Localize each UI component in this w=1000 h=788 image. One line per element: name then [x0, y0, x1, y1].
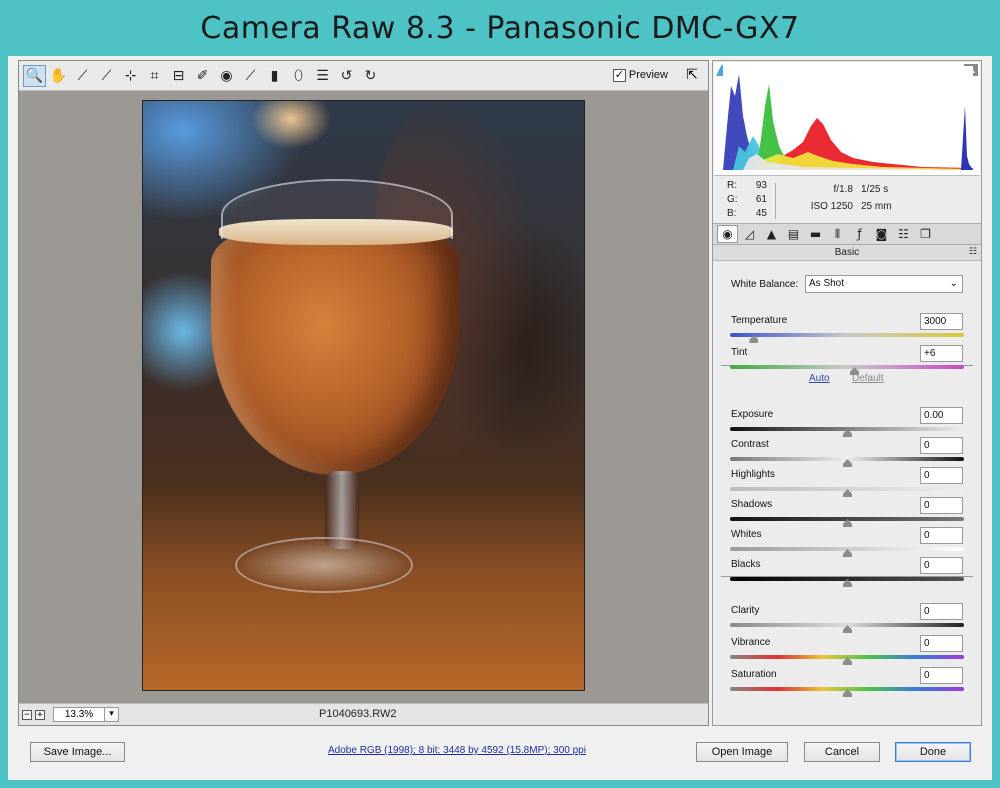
temperature-value-field[interactable]: 3000 — [920, 313, 963, 330]
temperature-slider[interactable] — [730, 333, 964, 337]
hand-icon[interactable]: ✋ — [47, 65, 70, 87]
iso: ISO 1250 — [810, 201, 853, 212]
camera-raw-window: 🔍 ✋ ⟋ ⟋ ⊹ ⌗ ⊟ ✐ ◉ ⟋ ▮ ⬯ ☰ ↺ ↻ ✓ Preview ⇱ − + 13.3% ▾ … — [8, 56, 992, 780]
cancel-button[interactable]: Cancel — [804, 742, 880, 762]
panel-title: Basic ☷ — [713, 245, 981, 261]
rotate-cw-icon[interactable]: ↻ — [359, 65, 382, 87]
spot-removal-icon[interactable]: ✐ — [191, 65, 214, 87]
b-value: 45 — [755, 208, 767, 219]
hsl-icon[interactable]: ▤ — [783, 225, 804, 243]
red-eye-icon[interactable]: ◉ — [215, 65, 238, 87]
exposure-label: Exposure — [731, 409, 774, 420]
save-image-button[interactable]: Save Image... — [30, 742, 125, 762]
exposure-value-field[interactable]: 0.00 — [920, 407, 963, 424]
panel-title-label: Basic — [834, 247, 860, 258]
toolbar-right: ✓ Preview ⇱ — [612, 65, 702, 85]
workflow-options-link[interactable]: Adobe RGB (1998); 8 bit; 3448 by 4592 (1… — [328, 745, 586, 756]
clarity-label: Clarity — [731, 605, 760, 616]
preferences-icon[interactable]: ☰ — [311, 65, 334, 87]
split-toning-icon[interactable]: ▬ — [805, 225, 826, 243]
effects-icon[interactable]: ƒ — [849, 225, 870, 243]
white-balance-value: As Shot — [809, 278, 845, 289]
bottom-bar: Save Image... Adobe RGB (1998); 8 bit; 3… — [8, 728, 992, 780]
toolbar: 🔍 ✋ ⟋ ⟋ ⊹ ⌗ ⊟ ✐ ◉ ⟋ ▮ ⬯ ☰ ↺ ↻ ✓ Preview ⇱ — [19, 61, 708, 91]
r-label: R: — [727, 180, 737, 191]
done-button[interactable]: Done — [895, 742, 971, 762]
filename: P1040693.RW2 — [319, 708, 397, 720]
zoom-in-button[interactable]: + — [35, 709, 45, 720]
presets-icon[interactable]: ☷ — [893, 225, 914, 243]
aperture: f/1.8 — [833, 184, 853, 195]
whites-label: Whites — [731, 529, 762, 540]
image-preview[interactable] — [142, 100, 585, 691]
shadows-label: Shadows — [731, 499, 773, 510]
color-sampler-icon[interactable]: ⟋ — [95, 65, 118, 87]
window-title: Camera Raw 8.3 - Panasonic DMC-GX7 — [200, 10, 800, 46]
blacks-value-field[interactable]: 0 — [920, 557, 963, 574]
basic-controls: White Balance: As Shot ⌄ Auto Default Te… — [713, 261, 981, 725]
open-image-button[interactable]: Open Image — [696, 742, 788, 762]
right-panel: R: 93 G: 61 B: 45 f/1.8 1/25 s ISO 1250 25 mm… — [712, 60, 982, 726]
tint-label: Tint — [731, 347, 748, 358]
highlights-label: Highlights — [731, 469, 775, 480]
r-value: 93 — [755, 180, 767, 191]
rotate-ccw-icon[interactable]: ↺ — [335, 65, 358, 87]
title-bar: Camera Raw 8.3 - Panasonic DMC-GX7 — [0, 0, 1000, 56]
vibrance-label: Vibrance — [731, 637, 771, 648]
panel-menu-icon[interactable]: ☷ — [969, 245, 977, 260]
whites-value-field[interactable]: 0 — [920, 527, 963, 544]
histogram — [714, 62, 980, 176]
preview-label: Preview — [628, 69, 668, 81]
b-label: B: — [727, 208, 737, 219]
detail-icon[interactable]: ▲ — [761, 225, 782, 243]
graduated-filter-icon[interactable]: ▮ — [263, 65, 286, 87]
fullscreen-icon[interactable]: ⇱ — [682, 65, 702, 85]
g-value: 61 — [755, 194, 767, 205]
white-balance-icon[interactable]: ⟋ — [71, 65, 94, 87]
contrast-value-field[interactable]: 0 — [920, 437, 963, 454]
zoom-dropdown-icon[interactable]: ▾ — [105, 707, 119, 722]
temperature-label: Temperature — [731, 315, 788, 326]
targeted-adjustment-icon[interactable]: ⊹ — [119, 65, 142, 87]
tint-value-field[interactable]: +6 — [920, 345, 963, 362]
adjustment-brush-icon[interactable]: ⟋ — [239, 65, 262, 87]
histogram-graph — [723, 66, 973, 170]
radial-filter-icon[interactable]: ⬯ — [287, 65, 310, 87]
zoom-icon[interactable]: 🔍 — [23, 64, 46, 87]
g-label: G: — [727, 194, 738, 205]
chevron-down-icon: ⌄ — [949, 278, 958, 289]
preview-checkbox[interactable]: ✓ — [612, 68, 626, 82]
basic-icon[interactable]: ◉ — [717, 225, 738, 243]
white-balance-label: White Balance: — [731, 279, 799, 290]
shutter-speed: 1/25 s — [861, 184, 889, 195]
saturation-value-field[interactable]: 0 — [920, 667, 963, 684]
zoom-out-button[interactable]: − — [22, 709, 32, 720]
panel-tabs: ◉ ◿ ▲ ▤ ▬ ⦀ ƒ ◙ ☷ ❐ — [713, 223, 981, 245]
crop-icon[interactable]: ⌗ — [143, 65, 166, 87]
focal-length: 25 mm — [861, 201, 892, 212]
clarity-value-field[interactable]: 0 — [920, 603, 963, 620]
photo-glass-foot — [235, 537, 413, 593]
snapshots-icon[interactable]: ❐ — [915, 225, 936, 243]
readout-divider — [775, 183, 776, 219]
camera-calibration-icon[interactable]: ◙ — [871, 225, 892, 243]
saturation-label: Saturation — [731, 669, 777, 680]
status-bar: − + 13.3% ▾ P1040693.RW2 — [19, 703, 708, 725]
auto-link[interactable]: Auto — [809, 373, 830, 384]
contrast-label: Contrast — [731, 439, 769, 450]
highlights-value-field[interactable]: 0 — [920, 467, 963, 484]
tint-slider[interactable] — [730, 365, 964, 369]
white-balance-select[interactable]: As Shot ⌄ — [805, 275, 963, 293]
camera-settings: f/1.8 1/25 s ISO 1250 25 mm — [803, 181, 892, 215]
tone-curve-icon[interactable]: ◿ — [739, 225, 760, 243]
zoom-level-field[interactable]: 13.3% — [53, 707, 105, 722]
straighten-icon[interactable]: ⊟ — [167, 65, 190, 87]
lens-corrections-icon[interactable]: ⦀ — [827, 225, 848, 243]
info-readout: R: 93 G: 61 B: 45 f/1.8 1/25 s ISO 1250 25 mm — [713, 177, 981, 223]
vibrance-value-field[interactable]: 0 — [920, 635, 963, 652]
shadows-value-field[interactable]: 0 — [920, 497, 963, 514]
rgb-readout: R: 93 G: 61 B: 45 — [727, 179, 767, 221]
preview-area: 🔍 ✋ ⟋ ⟋ ⊹ ⌗ ⊟ ✐ ◉ ⟋ ▮ ⬯ ☰ ↺ ↻ ✓ Preview ⇱ − + 13.3% ▾ … — [18, 60, 709, 726]
blacks-label: Blacks — [731, 559, 761, 570]
